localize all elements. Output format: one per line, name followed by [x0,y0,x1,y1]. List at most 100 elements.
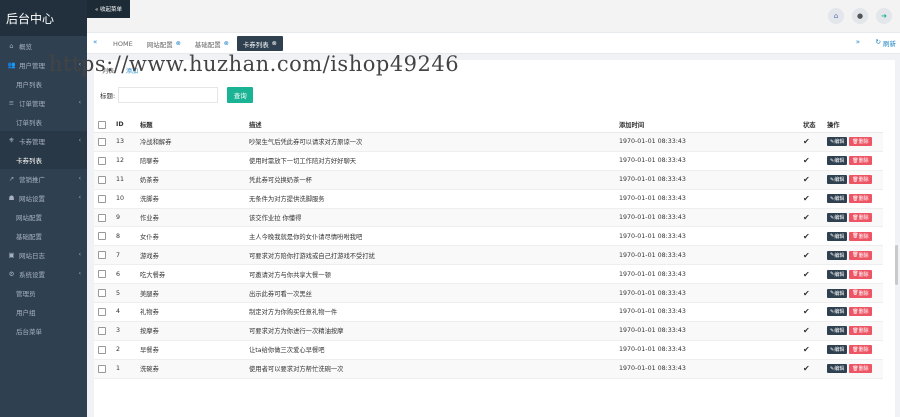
delete-button[interactable]: 🗑 删除 [849,194,872,204]
tabs-scroll-right-icon[interactable]: » [856,38,860,46]
row-actions: ✎ 编辑 🗑 删除 [827,209,872,227]
delete-button[interactable]: 🗑 删除 [849,345,872,355]
edit-button[interactable]: ✎ 编辑 [827,213,848,222]
cell-id: 5 [116,289,121,297]
edit-button[interactable]: ✎ 编辑 [827,175,848,185]
sidebar-item[interactable]: ≡ 订单管理 ‹ [0,93,87,112]
edit-button[interactable]: ✎ 编辑 [827,156,848,166]
status-check-icon: ✔ [803,213,810,222]
row-checkbox[interactable] [98,227,106,245]
cell-title: 早餐券 [140,347,159,355]
user-icon[interactable]: ● [852,8,868,24]
edit-button[interactable]: ✎ 编辑 [827,307,848,317]
row-checkbox[interactable] [98,284,106,302]
row-checkbox[interactable] [98,322,106,340]
sidebar-subitem[interactable]: 管理员 [0,283,87,302]
delete-button[interactable]: 🗑 删除 [849,250,872,260]
edit-button[interactable]: ✎ 编辑 [827,345,848,355]
delete-button[interactable]: 🗑 删除 [849,156,872,166]
sidebar-subitem[interactable]: 卡券列表 [0,150,87,169]
row-checkbox[interactable] [98,246,106,264]
sidebar-item[interactable]: ☗ 网站设置 ‹ [0,188,87,207]
tab[interactable]: 卡券列表 ⊗ [236,36,283,51]
edit-button[interactable]: ✎ 编辑 [827,326,848,336]
table-row: 12 陪聊券 使用时需放下一切工作陪对方好好聊天 1970-01-01 08:33:4… [94,152,883,171]
edit-label: 编辑 [834,290,845,297]
sidebar-item[interactable]: ⎈ 卡券管理 ‹ [0,131,87,150]
sidebar-item[interactable]: ▣ 网站日志 ‹ [0,245,87,264]
cell-time: 1970-01-01 08:33:43 [619,214,686,221]
sidebar-subitem[interactable]: 用户组 [0,302,87,321]
delete-button[interactable]: 🗑 删除 [849,326,872,336]
tab[interactable]: HOME [107,36,139,51]
row-checkbox[interactable] [98,133,106,151]
delete-button[interactable]: 🗑 删除 [849,307,872,317]
row-checkbox[interactable] [98,341,106,359]
delete-label: 删除 [858,252,869,259]
delete-button[interactable]: 🗑 删除 [849,137,872,147]
row-checkbox[interactable] [98,209,106,227]
search-button[interactable]: 查询 [227,87,254,103]
sidebar-subitem[interactable]: 订单列表 [0,112,87,131]
sidebar-item[interactable]: ↗ 营销推广 ‹ [0,169,87,188]
edit-button[interactable]: ✎ 编辑 [827,231,848,241]
table-row: 11 奶茶券 凭此券可兑换奶茶一杯 1970-01-01 08:33:43 ✔ ✎ 编辑 🗑… [94,170,883,190]
home-icon[interactable]: ⌂ [828,8,844,24]
delete-button[interactable]: 🗑 删除 [849,175,872,185]
delete-button[interactable]: 🗑 删除 [849,213,872,222]
cell-time: 1970-01-01 08:33:43 [619,308,686,316]
row-checkbox[interactable] [98,171,106,189]
sidebar-subitem[interactable]: 用户列表 [0,74,87,93]
edit-button[interactable]: ✎ 编辑 [827,250,848,260]
delete-button[interactable]: 🗑 删除 [849,269,872,279]
sidebar-subitem[interactable]: 网站配置 [0,207,87,226]
page-scrollbar[interactable] [895,245,898,285]
row-checkbox[interactable] [98,303,106,321]
sidebar-subitem[interactable]: 后台菜单 [0,321,87,340]
title-filter-input[interactable] [118,87,219,103]
sidebar-item-label: 网站日志 [19,251,45,260]
delete-button[interactable]: 🗑 删除 [849,231,872,241]
edit-button[interactable]: ✎ 编辑 [827,137,848,147]
row-actions: ✎ 编辑 🗑 删除 [827,303,872,321]
row-checkbox[interactable] [98,190,106,208]
edit-button[interactable]: ✎ 编辑 [827,364,848,374]
status-check-icon: ✔ [803,307,810,317]
cell-title: 美腿券 [140,290,159,298]
sidebar-item-icon: ▣ [8,250,15,259]
chevron-icon: ‹ [78,270,81,277]
sidebar-group: ▣ 网站日志 ‹ [0,245,87,264]
tab[interactable]: 网站配置 ⊗ [140,36,187,51]
delete-button[interactable]: 🗑 删除 [849,288,872,298]
edit-button[interactable]: ✎ 编辑 [827,269,848,279]
edit-button[interactable]: ✎ 编辑 [827,194,848,204]
edit-label: 编辑 [834,158,845,165]
row-checkbox[interactable] [98,360,106,378]
collapse-menu-button[interactable]: « 收起菜单 [87,0,130,18]
logout-icon[interactable]: ➜ [876,8,892,24]
delete-button[interactable]: 🗑 删除 [849,364,872,374]
select-all-checkbox[interactable] [98,117,106,132]
status-check-icon: ✔ [803,326,810,336]
sidebar-nav: ⌂ 概览 👥 用户管理 ‹ 用户列表 ≡ 订单管理 ‹ 订单列表 ⎈ 卡券管理 ‹ 卡券列表 ↗ 营销推广 ‹ ☗… [0,36,87,340]
edit-button[interactable]: ✎ 编辑 [827,288,848,298]
tabs-scroll-left-icon[interactable]: « [93,38,97,46]
edit-label: 编辑 [834,177,845,184]
row-checkbox[interactable] [98,152,106,170]
row-actions: ✎ 编辑 🗑 删除 [827,227,872,245]
cell-time: 1970-01-01 08:33:43 [619,289,686,297]
sidebar-subitem[interactable]: 基础配置 [0,226,87,245]
sidebar-item[interactable]: ⚙ 系统设置 ‹ [0,264,87,283]
row-actions: ✎ 编辑 🗑 删除 [827,133,872,151]
refresh-button[interactable]: ↻ 刷新 [876,38,896,48]
row-actions: ✎ 编辑 🗑 删除 [827,284,872,302]
row-actions: ✎ 编辑 🗑 删除 [827,341,872,359]
close-tab-icon[interactable]: ⊗ [272,40,277,47]
row-actions: ✎ 编辑 🗑 删除 [827,265,872,283]
edit-label: 编辑 [834,233,845,240]
sidebar-item-label: 概览 [19,42,32,51]
close-tab-icon[interactable]: ⊗ [224,40,229,47]
tab[interactable]: 基础配置 ⊗ [188,36,235,51]
close-tab-icon[interactable]: ⊗ [176,40,181,47]
row-checkbox[interactable] [98,265,106,283]
